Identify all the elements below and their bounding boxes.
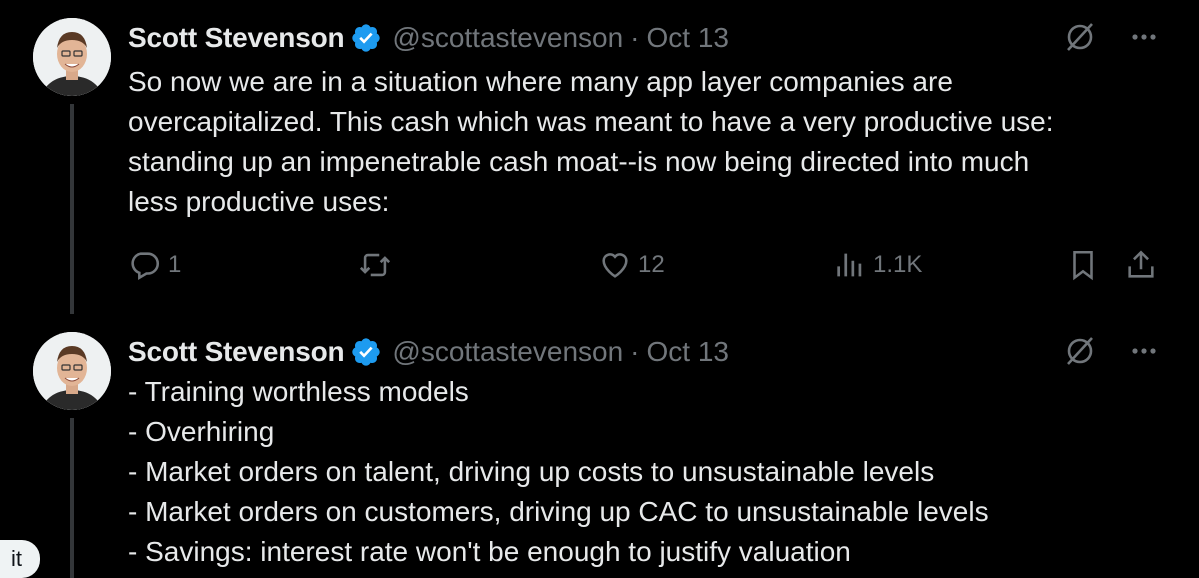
tweet-top-icons <box>1063 334 1161 368</box>
grok-icon[interactable] <box>1063 334 1097 368</box>
reply-button[interactable]: 1 <box>128 248 181 282</box>
side-pill-button[interactable]: it <box>0 540 40 578</box>
reply-icon <box>131 252 160 281</box>
share-icon <box>1128 250 1154 278</box>
tweet-date[interactable]: Oct 13 <box>647 336 729 368</box>
tweet[interactable]: Scott Stevenson @scottastevenson · Oct 1… <box>0 314 1199 578</box>
thread-line <box>70 418 74 578</box>
avatar-photo <box>33 18 111 96</box>
verified-badge-icon <box>352 24 381 52</box>
share-button[interactable] <box>1124 248 1158 282</box>
reply-count: 1 <box>168 251 182 278</box>
avatar[interactable] <box>33 18 111 96</box>
retweet-icon <box>359 253 391 277</box>
tweet-actions: 1 12 1.1K <box>128 248 1168 288</box>
bookmark-button[interactable] <box>1066 248 1100 282</box>
tweet-text: So now we are in a situation where many … <box>128 66 1054 217</box>
heart-icon <box>602 253 628 278</box>
separator-dot: · <box>630 336 640 367</box>
author-name[interactable]: Scott Stevenson <box>128 22 345 54</box>
avatar-photo <box>33 332 111 410</box>
like-button[interactable]: 12 <box>598 248 665 282</box>
views-icon <box>837 253 862 277</box>
grok-icon[interactable] <box>1063 20 1097 54</box>
author-name[interactable]: Scott Stevenson <box>128 336 345 368</box>
author-handle[interactable]: @scottastevenson <box>392 336 623 368</box>
tweet-date[interactable]: Oct 13 <box>647 22 729 54</box>
more-icon[interactable] <box>1127 334 1161 368</box>
more-icon[interactable] <box>1127 20 1161 54</box>
tweet-text: - Training worthless models - Overhiring… <box>128 376 989 567</box>
verified-badge-icon <box>352 338 381 366</box>
retweet-button[interactable] <box>358 248 398 282</box>
tweet-top-icons <box>1063 20 1161 54</box>
tweet[interactable]: Scott Stevenson @scottastevenson · Oct 1… <box>0 0 1199 314</box>
avatar[interactable] <box>33 332 111 410</box>
tweet-header: Scott Stevenson @scottastevenson · Oct 1… <box>128 20 729 56</box>
thread-line <box>70 104 74 314</box>
views-button[interactable]: 1.1K <box>833 248 922 282</box>
separator-dot: · <box>630 22 640 53</box>
tweet-header: Scott Stevenson @scottastevenson · Oct 1… <box>128 334 729 370</box>
bookmark-icon <box>1073 250 1093 281</box>
author-handle[interactable]: @scottastevenson <box>392 22 623 54</box>
view-count: 1.1K <box>873 251 923 278</box>
like-count: 12 <box>638 251 665 278</box>
